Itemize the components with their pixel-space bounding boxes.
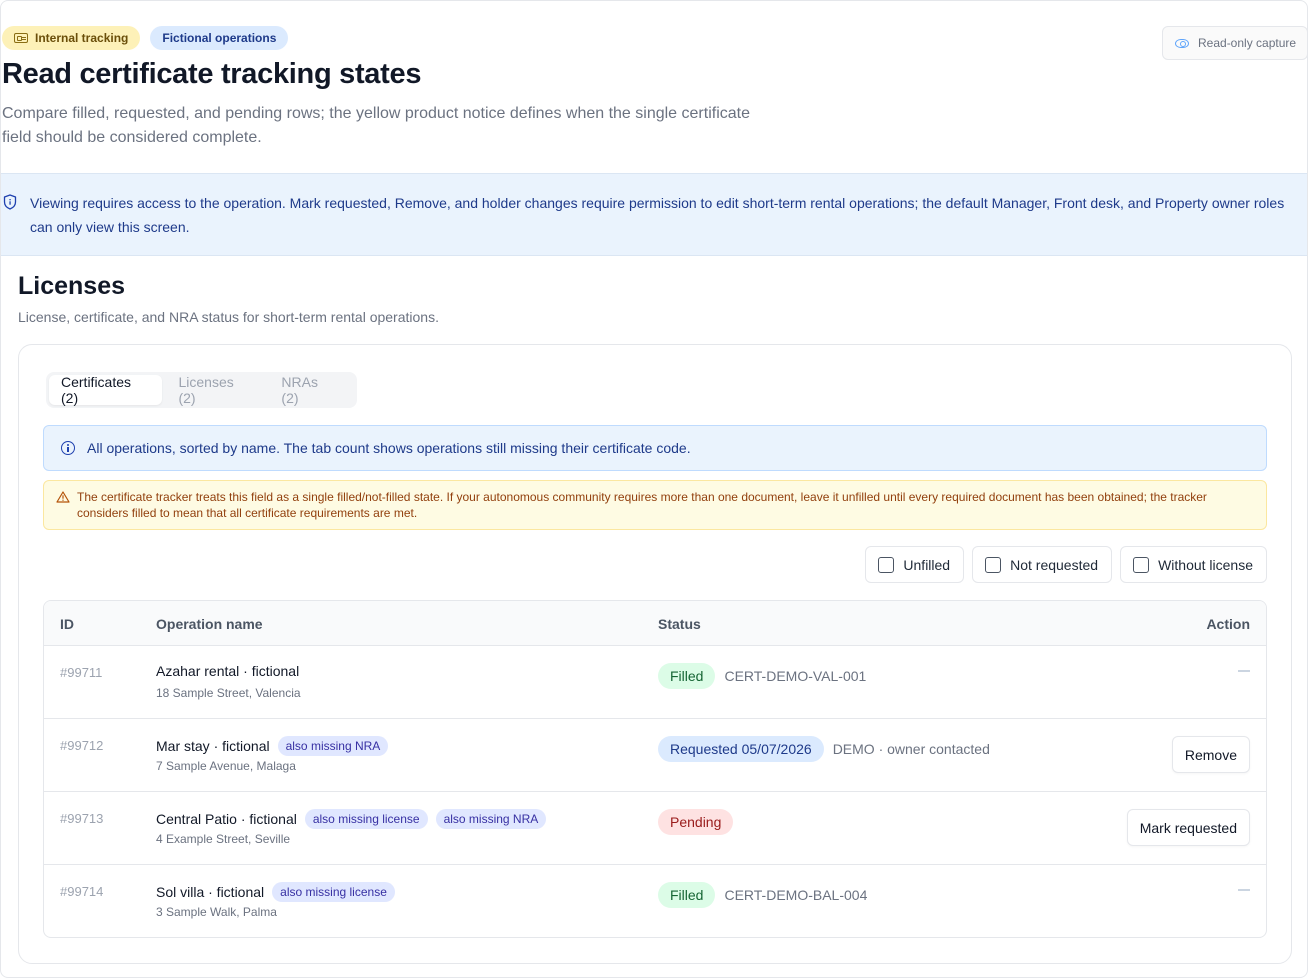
operation-name: Central Patio · fictional	[156, 811, 297, 827]
page-title: Read certificate tracking states	[2, 58, 422, 90]
checkbox[interactable]	[985, 556, 1002, 573]
warning-icon	[56, 491, 70, 503]
missing-tag: also missing license	[304, 809, 428, 829]
status-detail: DEMO · owner contacted	[832, 741, 990, 757]
certificates-table: ID Operation name Status Action #99711 A…	[43, 600, 1267, 938]
tab-certificates[interactable]: Certificates (2)	[49, 374, 163, 406]
missing-tag: also missing NRA	[435, 809, 547, 829]
status-cell: Pending	[658, 809, 734, 835]
operation-name-line: Mar stay · fictional also missing NRA	[156, 736, 389, 756]
column-action: Action	[1206, 616, 1250, 632]
info-icon	[61, 441, 75, 455]
operation-id: #99714	[60, 884, 104, 899]
table-row: #99711 Azahar rental · fictional 18 Samp…	[44, 646, 1266, 719]
operation-name-line: Azahar rental · fictional	[156, 663, 299, 679]
internal-tracking-pill: Internal tracking	[2, 26, 141, 50]
status-badge: Requested 05/07/2026	[658, 736, 824, 762]
eye-icon	[1175, 38, 1189, 48]
licenses-card: Certificates (2) Licenses (2) NRAs (2) A…	[18, 344, 1292, 964]
filter-unfilled[interactable]: Unfilled	[865, 546, 965, 583]
warning-notice: The certificate tracker treats this fiel…	[43, 480, 1267, 530]
pill-label: Internal tracking	[35, 31, 129, 45]
filter-label: Unfilled	[903, 556, 951, 573]
no-action-dash	[1238, 670, 1250, 672]
page: Internal tracking Fictional operations R…	[0, 0, 1308, 978]
mark-requested-button[interactable]: Mark requested	[1126, 809, 1250, 846]
shield-icon	[3, 194, 17, 210]
status-badge: Filled	[658, 663, 716, 689]
operation-id: #99712	[60, 738, 104, 753]
access-notice: Viewing requires access to the operation…	[1, 173, 1307, 256]
column-status: Status	[658, 616, 701, 632]
id-card-icon	[14, 33, 28, 43]
operation-name-line: Sol villa · fictional also missing licen…	[156, 882, 395, 902]
section-description: License, certificate, and NRA status for…	[18, 309, 439, 325]
table-row: #99713 Central Patio · fictional also mi…	[44, 792, 1266, 865]
missing-tag: also missing NRA	[277, 736, 389, 756]
tab-licenses[interactable]: Licenses (2)	[166, 374, 265, 406]
operation-address: 4 Example Street, Seville	[156, 832, 291, 846]
filter-not-requested[interactable]: Not requested	[972, 546, 1113, 583]
operation-id: #99711	[60, 665, 103, 680]
status-cell: Filled CERT-DEMO-BAL-004	[658, 882, 867, 908]
table-row: #99714 Sol villa · fictional also missin…	[44, 865, 1266, 937]
status-badge: Filled	[658, 882, 716, 908]
operation-name: Sol villa · fictional	[156, 884, 265, 900]
remove-button[interactable]: Remove	[1171, 736, 1250, 773]
no-action-dash	[1238, 889, 1250, 891]
certificate-code: CERT-DEMO-VAL-001	[724, 668, 867, 684]
operation-name-line: Central Patio · fictional also missing l…	[156, 809, 547, 829]
section-title: Licenses	[18, 272, 126, 300]
column-id: ID	[60, 616, 74, 632]
operation-address: 3 Sample Walk, Palma	[156, 905, 277, 919]
tab-nras[interactable]: NRAs (2)	[269, 374, 350, 406]
column-operation-name: Operation name	[156, 616, 263, 632]
pill-label: Fictional operations	[162, 31, 277, 45]
filter-label: Without license	[1158, 556, 1253, 573]
read-only-capture-button[interactable]: Read-only capture	[1162, 26, 1307, 60]
checkbox[interactable]	[1133, 556, 1150, 573]
header-pills: Internal tracking Fictional operations	[2, 26, 289, 50]
missing-tag: also missing license	[272, 882, 395, 902]
info-notice-text: All operations, sorted by name. The tab …	[87, 440, 691, 456]
capture-label: Read-only capture	[1198, 36, 1297, 50]
certificate-code: CERT-DEMO-BAL-004	[724, 887, 868, 903]
operation-name: Azahar rental · fictional	[156, 663, 300, 679]
table-row: #99712 Mar stay · fictional also missing…	[44, 719, 1266, 792]
page-header: Internal tracking Fictional operations R…	[1, 1, 1307, 173]
tab-list: Certificates (2) Licenses (2) NRAs (2)	[46, 372, 357, 408]
status-badge: Pending	[658, 809, 734, 835]
info-notice: All operations, sorted by name. The tab …	[43, 425, 1267, 471]
operation-id: #99713	[60, 811, 104, 826]
filter-without-license[interactable]: Without license	[1120, 546, 1267, 583]
access-notice-text: Viewing requires access to the operation…	[30, 195, 1285, 235]
page-subtitle: Compare filled, requested, and pending r…	[2, 105, 750, 146]
operation-name: Mar stay · fictional	[156, 738, 270, 754]
filter-label: Not requested	[1010, 556, 1099, 573]
filter-group: Unfilled Not requested Without license	[865, 546, 1267, 583]
status-cell: Requested 05/07/2026 DEMO · owner contac…	[658, 736, 990, 762]
operation-address: 7 Sample Avenue, Malaga	[156, 759, 296, 773]
status-cell: Filled CERT-DEMO-VAL-001	[658, 663, 866, 689]
warning-notice-text: The certificate tracker treats this fiel…	[77, 490, 1207, 520]
operation-address: 18 Sample Street, Valencia	[156, 686, 301, 700]
table-header: ID Operation name Status Action	[44, 601, 1266, 646]
checkbox[interactable]	[878, 556, 895, 573]
fictional-operations-pill: Fictional operations	[150, 26, 289, 50]
